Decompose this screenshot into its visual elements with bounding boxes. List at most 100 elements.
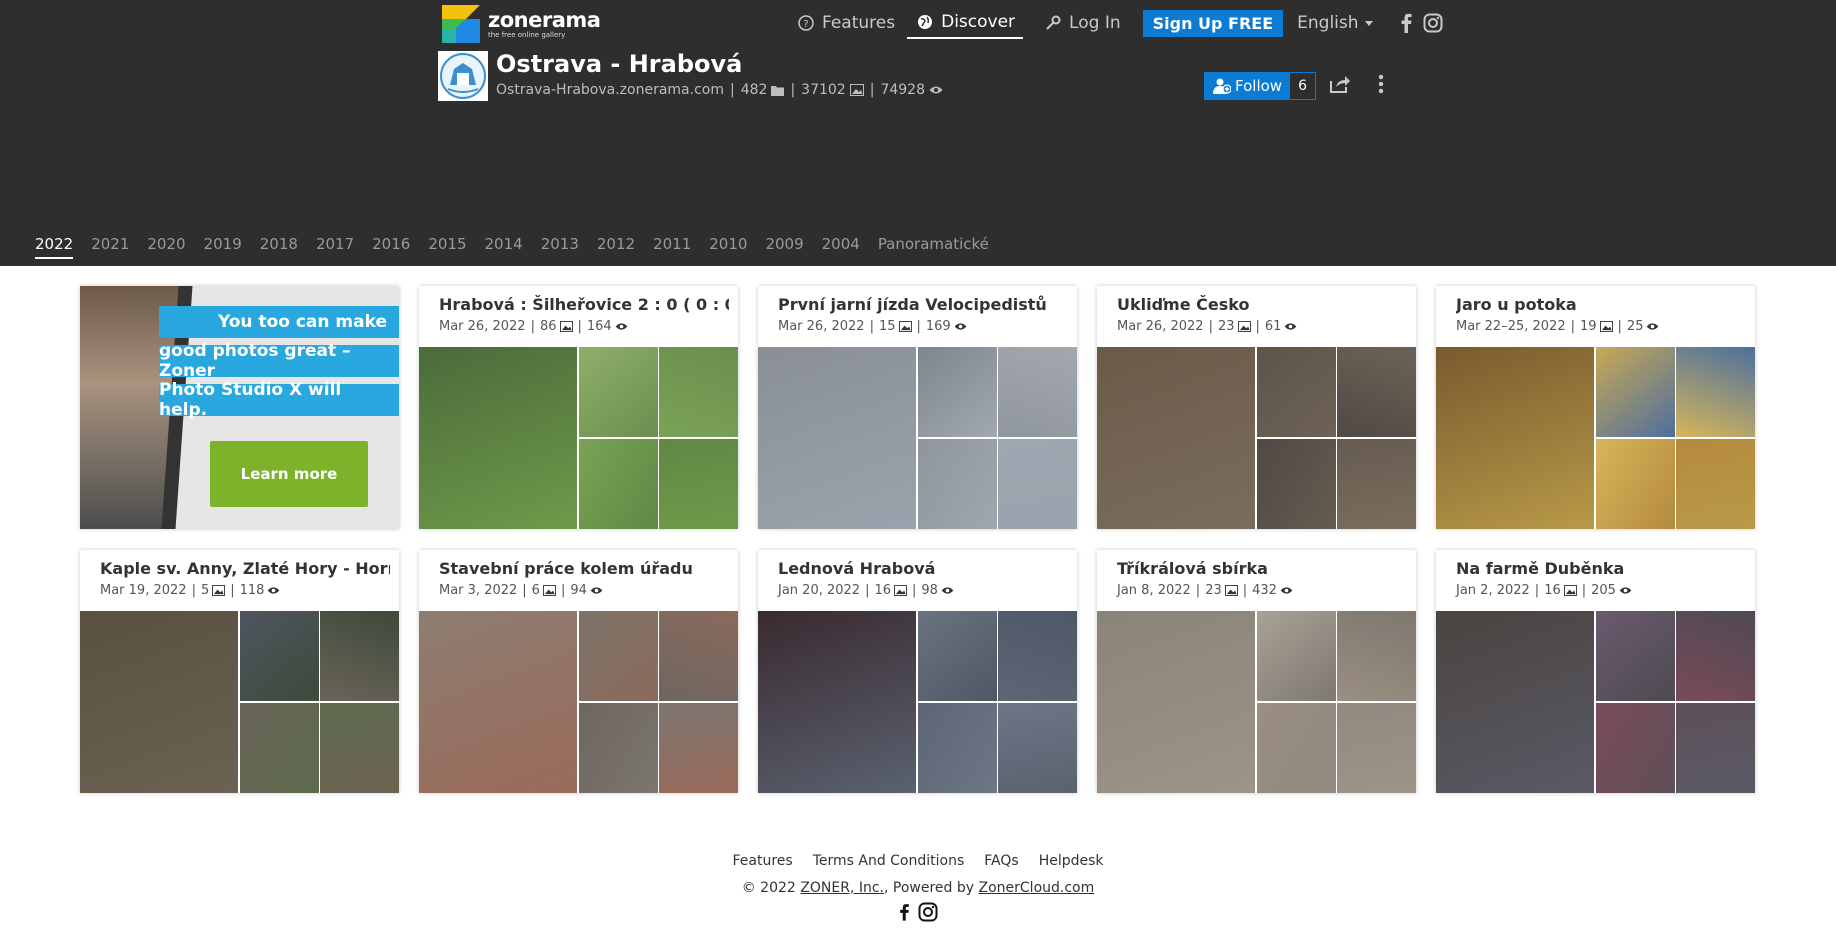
album-thumbnail (659, 611, 738, 701)
more-vertical-icon[interactable] (1378, 74, 1384, 94)
ad-line-2: good photos great – Zoner (159, 341, 399, 381)
nav-login[interactable]: Log In (1045, 8, 1121, 38)
ad-line-3: Photo Studio X will help. (159, 380, 399, 420)
nav-discover[interactable]: Discover (907, 7, 1024, 39)
album-thumbnails[interactable] (1097, 611, 1416, 793)
album-thumbnail (1596, 703, 1675, 793)
year-tab[interactable]: 2013 (541, 235, 579, 259)
album-title[interactable]: Ukliďme Česko (1117, 295, 1407, 314)
album-thumbnail (1676, 611, 1755, 701)
album-title[interactable]: Tříkrálová sbírka (1117, 559, 1407, 578)
year-tab[interactable]: 2019 (204, 235, 242, 259)
year-tab[interactable]: 2015 (428, 235, 466, 259)
year-tab[interactable]: 2012 (597, 235, 635, 259)
album-photo-count: 23 (1217, 319, 1235, 334)
album-meta: Mar 22–25, 2022 | 19 | 25 (1456, 319, 1659, 334)
album-thumbnail (1676, 347, 1755, 437)
album-card[interactable]: Hrabová : Šilheřovice 2 : 0 ( 0 : 0 ) Mar… (419, 286, 738, 529)
year-tab[interactable]: 2010 (709, 235, 747, 259)
album-date: Mar 26, 2022 (439, 319, 526, 334)
album-thumbnail (918, 703, 997, 793)
year-tab[interactable]: 2004 (822, 235, 860, 259)
facebook-icon[interactable] (1399, 13, 1413, 33)
ad-banner[interactable]: You too can make good photos great – Zon… (80, 286, 399, 529)
album-thumbnails[interactable] (758, 611, 1077, 793)
year-tab[interactable]: 2011 (653, 235, 691, 259)
eye-icon (1285, 323, 1297, 330)
year-tab[interactable]: 2017 (316, 235, 354, 259)
profile-url[interactable]: Ostrava-Hrabova.zonerama.com (496, 82, 724, 98)
album-thumbnail (918, 611, 997, 701)
album-card[interactable]: Ukliďme Česko Mar 26, 2022 | 23 | 61 (1097, 286, 1416, 529)
instagram-icon[interactable] (1423, 13, 1443, 33)
album-date: Jan 2, 2022 (1456, 583, 1530, 598)
instagram-icon[interactable] (918, 902, 938, 922)
album-cover-photo (1097, 611, 1255, 793)
ad-learn-more-button[interactable]: Learn more (210, 441, 368, 507)
album-thumbnail (918, 439, 997, 529)
album-card[interactable]: Na farmě Duběnka Jan 2, 2022 | 16 | 205 (1436, 550, 1755, 793)
album-title[interactable]: Hrabová : Šilheřovice 2 : 0 ( 0 : 0 ) (439, 295, 729, 314)
album-cover-photo (1436, 611, 1594, 793)
zonercloud-link[interactable]: ZonerCloud.com (979, 880, 1095, 896)
album-thumbnail (1337, 703, 1416, 793)
facebook-icon[interactable] (898, 902, 910, 922)
footer-link[interactable]: Terms And Conditions (813, 853, 965, 869)
album-thumbnails[interactable] (419, 347, 738, 529)
copyright: © 2022 ZONER, Inc., Powered by ZonerClou… (0, 880, 1836, 896)
album-thumbnail (579, 611, 658, 701)
album-title[interactable]: Jaro u potoka (1456, 295, 1746, 314)
avatar[interactable] (438, 51, 488, 101)
footer-link[interactable]: Helpdesk (1039, 853, 1104, 869)
album-card[interactable]: První jarní jízda Velocipedistů Mar 26, 2… (758, 286, 1077, 529)
year-tab[interactable]: 2009 (765, 235, 803, 259)
album-view-count: 169 (925, 319, 951, 334)
nav-features[interactable]: ? Features (798, 8, 895, 38)
album-title[interactable]: Stavební práce kolem úřadu (439, 559, 729, 578)
album-thumbnails[interactable] (1436, 611, 1755, 793)
album-thumbnail (1337, 611, 1416, 701)
album-photo-count: 16 (874, 583, 891, 598)
year-tab[interactable]: Panoramatické (878, 235, 989, 259)
year-tab[interactable]: 2020 (147, 235, 185, 259)
year-tab[interactable]: 2018 (260, 235, 298, 259)
album-title[interactable]: Na farmě Duběnka (1456, 559, 1746, 578)
album-title[interactable]: První jarní jízda Velocipedistů (778, 295, 1068, 314)
album-card[interactable]: Lednová Hrabová Jan 20, 2022 | 16 | 98 (758, 550, 1077, 793)
album-thumbnails[interactable] (80, 611, 399, 793)
album-card[interactable]: Tříkrálová sbírka Jan 8, 2022 | 23 | 432 (1097, 550, 1416, 793)
year-tab[interactable]: 2014 (485, 235, 523, 259)
language-select[interactable]: English (1297, 13, 1373, 33)
album-thumbnails[interactable] (1097, 347, 1416, 529)
album-thumbnails[interactable] (419, 611, 738, 793)
year-tab[interactable]: 2022 (35, 235, 74, 259)
album-photo-count: 5 (200, 583, 210, 598)
footer-link[interactable]: FAQs (984, 853, 1018, 869)
share-icon[interactable] (1330, 75, 1350, 93)
album-title[interactable]: Kaple sv. Anny, Zlaté Hory - Horní (100, 559, 390, 578)
album-card[interactable]: Jaro u potoka Mar 22–25, 2022 | 19 | 25 (1436, 286, 1755, 529)
year-tab[interactable]: 2021 (91, 235, 129, 259)
album-view-count: 118 (239, 583, 265, 598)
company-link[interactable]: ZONER, Inc. (800, 880, 884, 896)
signup-button[interactable]: Sign Up FREE (1142, 9, 1284, 37)
album-title[interactable]: Lednová Hrabová (778, 559, 1068, 578)
album-thumbnail (579, 703, 658, 793)
year-tab[interactable]: 2016 (372, 235, 410, 259)
album-date: Mar 22–25, 2022 (1456, 319, 1566, 334)
album-thumbnail (998, 611, 1077, 701)
album-view-count: 25 (1626, 319, 1644, 334)
album-card[interactable]: Stavební práce kolem úřadu Mar 3, 2022 | 6 |… (419, 550, 738, 793)
zonerama-logo[interactable]: zonerama the free online gallery (442, 3, 601, 45)
follow-button[interactable]: Follow 6 (1204, 72, 1316, 100)
album-thumbnails[interactable] (1436, 347, 1755, 529)
album-photo-count: 6 (531, 583, 540, 598)
album-thumbnail (998, 703, 1077, 793)
album-thumbnail (579, 347, 658, 437)
album-card[interactable]: Kaple sv. Anny, Zlaté Hory - Horní Mar 19… (80, 550, 399, 793)
album-cover-photo (419, 611, 577, 793)
nav-features-label: Features (822, 13, 896, 33)
view-count: 74928 (880, 82, 925, 98)
album-thumbnails[interactable] (758, 347, 1077, 529)
footer-link[interactable]: Features (732, 853, 792, 869)
